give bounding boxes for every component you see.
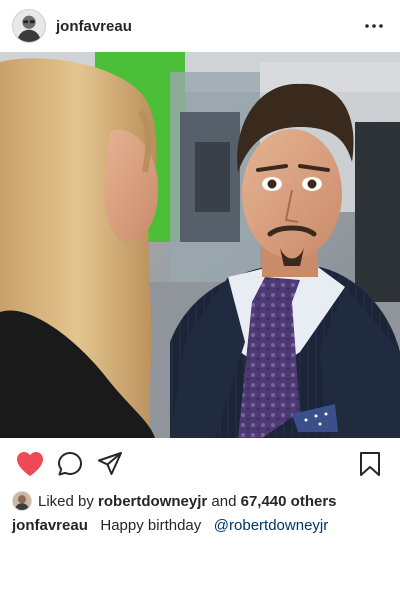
profile-avatar-icon	[13, 10, 45, 42]
likes-count-link[interactable]: 67,440 others	[241, 493, 337, 510]
post-caption: jonfavreau Happy birthday @robertdowneyj…	[12, 517, 328, 534]
caption-username[interactable]: jonfavreau	[12, 517, 88, 534]
caption-mention-link[interactable]: @robertdowneyjr	[214, 517, 328, 534]
action-bar	[0, 440, 400, 488]
caption-text: Happy birthday	[100, 517, 202, 534]
author-username[interactable]: jonfavreau	[56, 18, 132, 35]
post-header: jonfavreau	[0, 0, 400, 52]
post-photo[interactable]	[0, 52, 400, 438]
share-button[interactable]	[92, 446, 128, 482]
save-button[interactable]	[352, 446, 388, 482]
likes-prefix: Liked by	[38, 492, 94, 510]
comment-button[interactable]	[52, 446, 88, 482]
bookmark-icon	[360, 452, 380, 476]
comment-icon	[58, 452, 82, 476]
likes-summary: Liked by robertdowneyjr and 67,440 other…	[12, 490, 337, 512]
likes-user-link[interactable]: robertdowneyjr	[98, 493, 207, 510]
instagram-post: jonfavreau Liked by robertdowneyjr and 6…	[0, 0, 400, 600]
liker-avatar-icon	[13, 492, 31, 510]
author-avatar[interactable]	[12, 9, 46, 43]
more-horizontal-icon	[365, 24, 383, 28]
photo-image	[0, 52, 400, 438]
liker-avatar[interactable]	[12, 491, 32, 511]
more-options-button[interactable]	[360, 12, 388, 40]
like-button[interactable]	[12, 446, 48, 482]
send-icon	[98, 452, 122, 475]
heart-icon	[17, 452, 43, 476]
likes-connector: and	[211, 492, 237, 510]
